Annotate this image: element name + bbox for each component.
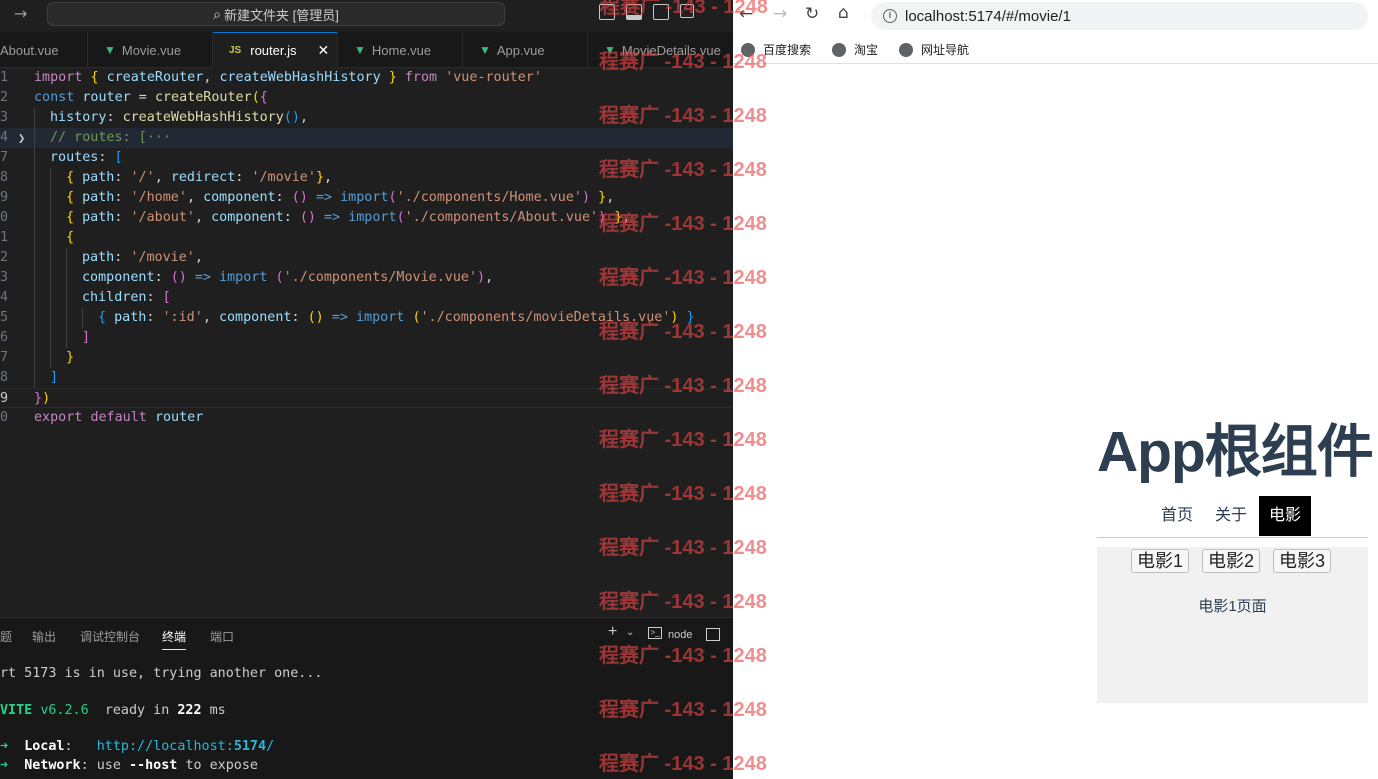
- vscode-window: → ⌕ 新建文件夹 [管理员] About.vue ▼ Movie.vue JS…: [0, 0, 733, 779]
- terminal-line: rt 5173 is in use, trying another one...: [0, 666, 323, 681]
- js-icon: JS: [229, 45, 242, 56]
- code-line-current: 9}): [0, 388, 733, 408]
- code-line: 7}: [0, 348, 733, 368]
- terminal-line: ➜ Local: http://localhost:5174/: [0, 739, 275, 754]
- terminal-icon: >_: [648, 627, 662, 639]
- tab-label: App.vue: [496, 42, 545, 58]
- home-icon[interactable]: ⌂: [838, 3, 849, 23]
- globe-icon: [832, 42, 846, 57]
- panel-tab-ports[interactable]: 端口: [210, 628, 234, 645]
- split-terminal-icon[interactable]: [706, 628, 720, 641]
- bottom-panel: 题 输出 调试控制台 终端 端口 + ⌄ >_ node rt 5173 is …: [0, 617, 733, 779]
- search-icon: ⌕: [213, 5, 221, 22]
- nav-link-home[interactable]: 首页: [1156, 496, 1198, 536]
- panel-tab-debug-console[interactable]: 调试控制台: [80, 628, 140, 645]
- globe-icon: [899, 42, 913, 57]
- code-line: 1{: [0, 228, 733, 248]
- forward-arrow-icon[interactable]: →: [773, 4, 787, 24]
- reload-icon[interactable]: ↻: [805, 4, 819, 24]
- terminal-line: ➜ Network: use --host to expose: [0, 758, 258, 773]
- code-line: 5{ path: ':id', component: () => import …: [0, 308, 733, 328]
- chevron-down-icon[interactable]: ⌄: [626, 627, 634, 638]
- local-url-link[interactable]: http://localhost:5174/: [97, 739, 274, 754]
- tab-app-vue[interactable]: ▼ App.vue: [463, 32, 588, 68]
- panel-tab-terminal[interactable]: 终端: [162, 628, 187, 650]
- movie-link-2[interactable]: 电影2: [1202, 549, 1261, 573]
- tab-router-js[interactable]: JS router.js ✕: [213, 32, 338, 68]
- toggle-panel-icon[interactable]: [626, 4, 642, 20]
- vue-icon: ▼: [479, 43, 491, 57]
- command-center-search[interactable]: ⌕ 新建文件夹 [管理员]: [47, 2, 505, 26]
- search-text: 新建文件夹 [管理员]: [224, 7, 339, 23]
- bookmark-nav[interactable]: 网址导航: [899, 41, 969, 58]
- customize-layout-icon[interactable]: [680, 4, 694, 18]
- terminal-line: VITE v6.2.6 ready in 222 ms: [0, 703, 226, 718]
- vue-icon: ▼: [104, 43, 116, 57]
- browser-window: ← → ↻ ⌂ i localhost:5174/#/movie/1 百度搜索 …: [733, 0, 1378, 779]
- code-line: 0 export default router: [0, 410, 204, 425]
- code-line: 1 import { createRouter, createWebHashHis…: [0, 70, 542, 85]
- tab-movie-vue[interactable]: ▼ Movie.vue: [88, 32, 213, 68]
- page-title: App根组件: [1097, 420, 1374, 484]
- movie-detail-text: 电影1页面: [1198, 598, 1267, 615]
- editor-tabs: About.vue ▼ Movie.vue JS router.js ✕ ▼ H…: [0, 32, 733, 68]
- code-line: 8]: [0, 368, 733, 388]
- tab-home-vue[interactable]: ▼ Home.vue: [338, 32, 463, 68]
- chevron-right-icon[interactable]: ❯: [18, 128, 25, 148]
- info-icon[interactable]: i: [883, 9, 897, 23]
- nav-link-movie[interactable]: 电影: [1259, 496, 1312, 536]
- tab-label: Movie.vue: [121, 42, 182, 58]
- router-nav: 首页 关于 电影: [1097, 496, 1368, 538]
- panel-tab-output[interactable]: 输出: [32, 628, 56, 645]
- code-editor[interactable]: 1 import { createRouter, createWebHashHis…: [0, 68, 733, 616]
- code-line: 7 routes: [: [0, 148, 733, 168]
- close-icon[interactable]: ✕: [317, 42, 329, 59]
- code-line: 6]: [0, 328, 733, 348]
- code-line-folded[interactable]: 4 ❯// routes: [···: [0, 128, 733, 148]
- title-bar: → ⌕ 新建文件夹 [管理员]: [0, 0, 733, 30]
- vue-icon: ▼: [604, 43, 616, 57]
- tab-label: router.js: [250, 43, 297, 58]
- nav-link-about[interactable]: 关于: [1210, 496, 1252, 536]
- code-line: 9{ path: '/home', component: () => impor…: [0, 188, 733, 208]
- tab-label: Home.vue: [371, 42, 432, 58]
- movie-link-1[interactable]: 电影1: [1131, 549, 1190, 573]
- globe-icon: [741, 42, 755, 57]
- url-text: localhost:5174/#/movie/1: [905, 7, 1071, 25]
- code-line: 2 path: '/movie',: [0, 248, 733, 268]
- code-line: 8{ path: '/', redirect: '/movie'},: [0, 168, 733, 188]
- code-line: 3 component: () => import ('./components/…: [0, 268, 733, 288]
- bookmark-taobao[interactable]: 淘宝: [832, 41, 878, 58]
- code-line: 3 history: createWebHashHistory(),: [0, 108, 733, 128]
- forward-arrow-icon[interactable]: →: [14, 4, 27, 23]
- vue-icon: ▼: [354, 43, 366, 57]
- toggle-sidebar-icon[interactable]: [599, 4, 615, 20]
- tab-moviedetails-vue[interactable]: ▼ MovieDetails.vue: [588, 32, 733, 68]
- movie-view: 电影1 电影2 电影3 电影1页面: [1097, 547, 1368, 703]
- tab-about-vue[interactable]: About.vue: [0, 32, 88, 68]
- address-bar[interactable]: i localhost:5174/#/movie/1: [871, 2, 1368, 30]
- browser-toolbar: ← → ↻ ⌂ i localhost:5174/#/movie/1: [733, 0, 1378, 32]
- back-arrow-icon[interactable]: ←: [739, 4, 753, 24]
- movie-link-3[interactable]: 电影3: [1273, 549, 1332, 573]
- code-line: 0{ path: '/about', component: () => impo…: [0, 208, 733, 228]
- tab-label: MovieDetails.vue: [621, 42, 721, 58]
- add-terminal-icon[interactable]: +: [608, 623, 617, 641]
- code-line: 2 const router = createRouter({: [0, 90, 268, 105]
- tab-label: About.vue: [0, 42, 59, 58]
- bookmark-baidu[interactable]: 百度搜索: [741, 41, 811, 58]
- terminal-shell-name[interactable]: node: [668, 629, 692, 641]
- bookmarks-bar: 百度搜索 淘宝 网址导航: [733, 36, 1378, 64]
- panel-tab-problems[interactable]: 题: [0, 628, 12, 645]
- toggle-secondary-sidebar-icon[interactable]: [653, 4, 669, 20]
- code-line: 4 children: [: [0, 288, 733, 308]
